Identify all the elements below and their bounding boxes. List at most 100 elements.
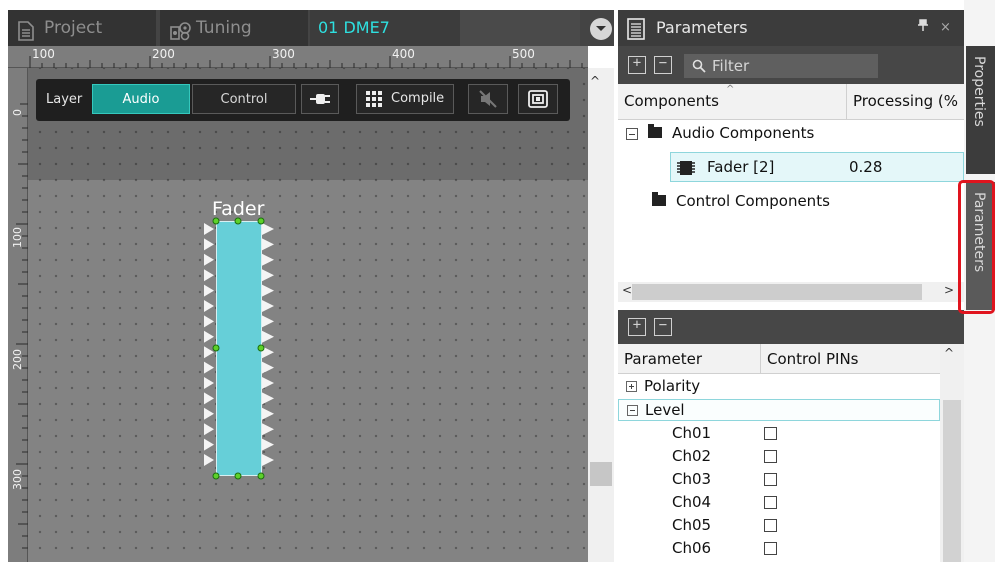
collapse-all-icon[interactable]: − bbox=[654, 56, 672, 74]
input-port[interactable] bbox=[204, 284, 214, 297]
filter-input[interactable]: Filter bbox=[684, 54, 878, 78]
input-port[interactable] bbox=[204, 377, 214, 389]
resize-handle[interactable] bbox=[257, 472, 265, 480]
column-processing[interactable]: Processing (% bbox=[846, 84, 964, 120]
output-port[interactable] bbox=[262, 377, 274, 389]
scroll-up-icon[interactable]: ^ bbox=[590, 74, 600, 88]
output-port[interactable] bbox=[262, 407, 274, 420]
pin-icon[interactable] bbox=[918, 10, 928, 46]
input-port[interactable] bbox=[204, 269, 214, 282]
param-row-channel[interactable]: Ch04 bbox=[618, 492, 940, 514]
tab-list-dropdown[interactable] bbox=[590, 18, 612, 40]
expand-all-icon[interactable]: + bbox=[628, 318, 646, 336]
output-port[interactable] bbox=[262, 253, 274, 266]
tab-tuning[interactable]: Tuning bbox=[160, 10, 308, 46]
ruler-mark: 500 bbox=[512, 47, 535, 61]
tree-item-fader[interactable]: Fader [2] 0.28 bbox=[670, 152, 964, 182]
param-row-channel[interactable]: Ch05 bbox=[618, 515, 940, 537]
input-port[interactable] bbox=[204, 315, 214, 328]
side-tab-properties[interactable]: Properties bbox=[966, 46, 995, 174]
param-row-channel[interactable]: Ch06 bbox=[618, 538, 940, 560]
input-port[interactable] bbox=[204, 407, 214, 420]
output-port[interactable] bbox=[262, 392, 274, 405]
layer-audio-button[interactable]: Audio bbox=[92, 84, 190, 114]
input-port[interactable] bbox=[204, 392, 214, 405]
tree-group-control[interactable]: Control Components bbox=[652, 192, 830, 210]
output-port[interactable] bbox=[262, 438, 274, 451]
control-pin-checkbox[interactable] bbox=[764, 542, 777, 555]
resize-handle[interactable] bbox=[234, 217, 242, 225]
tab-device[interactable]: 01 DME7 bbox=[310, 10, 460, 46]
param-row-label: Polarity bbox=[644, 377, 701, 395]
control-pin-checkbox[interactable] bbox=[764, 519, 777, 532]
control-pin-checkbox[interactable] bbox=[764, 496, 777, 509]
output-port[interactable] bbox=[262, 300, 274, 312]
tree-group-audio[interactable]: Audio Components bbox=[626, 124, 814, 142]
input-port[interactable] bbox=[204, 454, 214, 466]
control-pin-checkbox[interactable] bbox=[764, 473, 777, 486]
document-tab-bar: Project Tuning 01 DME7 bbox=[8, 10, 614, 46]
parameters-vertical-scrollbar[interactable]: ^ bbox=[940, 344, 964, 562]
input-port[interactable] bbox=[204, 253, 214, 266]
param-row-polarity[interactable]: Polarity bbox=[618, 376, 940, 398]
input-port[interactable] bbox=[204, 330, 214, 343]
scroll-right-icon[interactable]: > bbox=[944, 283, 954, 297]
scroll-left-icon[interactable]: < bbox=[622, 283, 632, 297]
close-icon[interactable]: × bbox=[940, 10, 951, 46]
param-row-label: Ch04 bbox=[672, 493, 712, 511]
output-port[interactable] bbox=[262, 223, 274, 235]
component-chip-icon bbox=[677, 160, 695, 180]
input-port[interactable] bbox=[204, 438, 214, 451]
collapse-icon[interactable] bbox=[626, 127, 638, 140]
column-components[interactable]: Components bbox=[624, 92, 719, 110]
input-port[interactable] bbox=[204, 238, 214, 251]
collapse-all-icon[interactable]: − bbox=[654, 318, 672, 336]
control-pin-checkbox[interactable] bbox=[764, 427, 777, 440]
param-row-channel[interactable]: Ch03 bbox=[618, 469, 940, 491]
expand-all-icon[interactable]: + bbox=[628, 56, 646, 74]
expand-icon[interactable] bbox=[626, 381, 637, 392]
column-parameter[interactable]: Parameter bbox=[624, 350, 702, 368]
snapshot-button[interactable] bbox=[518, 84, 558, 114]
input-port[interactable] bbox=[204, 361, 214, 374]
ruler-mark: 100 bbox=[11, 227, 24, 248]
canvas-vertical-scrollbar[interactable] bbox=[588, 68, 614, 562]
components-scroll-thumb[interactable] bbox=[632, 284, 922, 300]
control-pin-checkbox[interactable] bbox=[764, 450, 777, 463]
parameters-scroll-thumb[interactable] bbox=[943, 400, 961, 562]
column-control-pins[interactable]: Control PINs bbox=[760, 344, 940, 374]
connect-button[interactable] bbox=[301, 84, 339, 114]
components-horizontal-scrollbar[interactable]: < > bbox=[618, 282, 964, 302]
tab-project[interactable]: Project bbox=[8, 10, 156, 46]
layer-control-button[interactable]: Control bbox=[192, 84, 296, 114]
resize-handle[interactable] bbox=[212, 217, 220, 225]
resize-handle[interactable] bbox=[257, 217, 265, 225]
compile-label: Compile bbox=[391, 91, 445, 106]
output-port[interactable] bbox=[262, 361, 274, 374]
scroll-up-icon[interactable]: ^ bbox=[944, 346, 954, 360]
panel-title-bar: Parameters bbox=[618, 10, 964, 46]
resize-handle[interactable] bbox=[234, 472, 242, 480]
output-port[interactable] bbox=[262, 315, 274, 328]
output-port[interactable] bbox=[262, 330, 274, 343]
input-port[interactable] bbox=[204, 223, 214, 235]
canvas-scroll-thumb[interactable] bbox=[590, 462, 612, 486]
param-row-channel[interactable]: Ch02 bbox=[618, 446, 940, 468]
resize-handle[interactable] bbox=[257, 344, 265, 352]
search-icon bbox=[692, 59, 706, 73]
collapse-icon[interactable] bbox=[627, 405, 638, 416]
resize-handle[interactable] bbox=[212, 472, 220, 480]
output-port[interactable] bbox=[262, 284, 274, 297]
output-port[interactable] bbox=[262, 269, 274, 282]
output-port[interactable] bbox=[262, 238, 274, 251]
mute-button[interactable] bbox=[468, 84, 508, 114]
output-port[interactable] bbox=[262, 454, 274, 466]
param-row-level[interactable]: Level bbox=[618, 399, 940, 421]
design-canvas[interactable] bbox=[28, 68, 588, 562]
output-port[interactable] bbox=[262, 423, 274, 436]
input-port[interactable] bbox=[204, 423, 214, 436]
compile-button[interactable]: Compile bbox=[356, 84, 454, 114]
input-port[interactable] bbox=[204, 300, 214, 312]
param-row-channel[interactable]: Ch01 bbox=[618, 423, 940, 445]
resize-handle[interactable] bbox=[212, 344, 220, 352]
